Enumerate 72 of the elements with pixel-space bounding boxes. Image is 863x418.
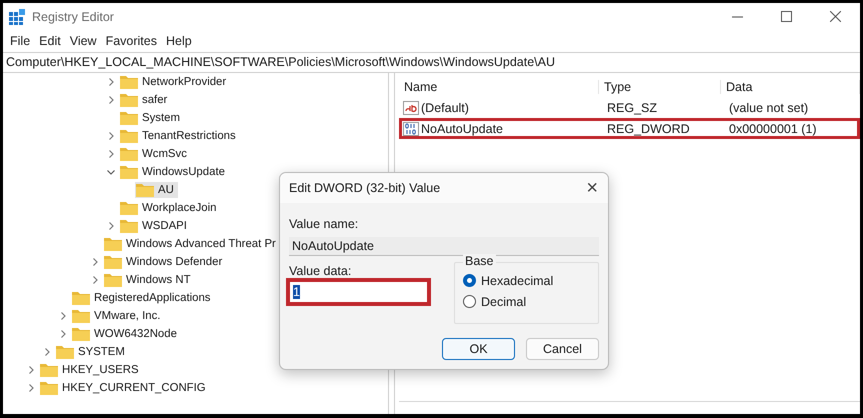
app-icon [9, 8, 25, 24]
folder-icon [120, 93, 138, 107]
tree-item[interactable]: WindowsUpdate [119, 164, 229, 180]
folder-icon [56, 345, 74, 359]
folder-icon [104, 237, 122, 251]
menu-item[interactable]: Edit [35, 34, 66, 48]
tree-item[interactable]: VMware, Inc. [71, 308, 164, 324]
tree-item[interactable]: AU [135, 182, 178, 198]
value-data: (value not set) [728, 100, 810, 114]
folder-icon [120, 147, 138, 161]
tree-item[interactable]: NetworkProvider [119, 74, 230, 90]
maximize-icon[interactable] [781, 11, 792, 22]
folder-icon [40, 363, 58, 377]
tree-item[interactable]: Windows Advanced Threat Pr [103, 236, 280, 252]
highlight-frame[interactable]: NoAutoUpdate REG_DWORD 0x00000001 (1) [399, 118, 860, 139]
column-header[interactable]: Data [721, 80, 860, 94]
tree-item[interactable]: TenantRestrictions [119, 128, 240, 144]
menu-item[interactable]: Favorites [102, 34, 162, 48]
group-label: Base [463, 254, 496, 268]
folder-icon [120, 201, 138, 215]
menu-item[interactable]: Help [162, 34, 197, 48]
tree-item[interactable]: HKEY_USERS [39, 362, 143, 378]
dialog-button[interactable]: Cancel [526, 338, 599, 360]
value-data: 0x00000001 (1) [728, 122, 818, 136]
column-header[interactable]: Type [599, 80, 721, 94]
value-row[interactable]: (Default) REG_SZ (value not set) [399, 97, 860, 118]
folder-icon [120, 111, 138, 125]
window-title: Registry Editor [32, 10, 115, 24]
field-label: Value name: [289, 217, 360, 233]
radio-button[interactable] [463, 295, 476, 308]
tree-item[interactable]: System [119, 110, 184, 126]
tree-item[interactable]: RegisteredApplications [71, 290, 215, 306]
radio-option[interactable]: Hexadecimal [463, 270, 590, 291]
folder-icon [72, 309, 90, 323]
tree-item[interactable]: SYSTEM [55, 344, 129, 360]
tree-item[interactable]: WSDAPI [119, 218, 191, 234]
radio-button[interactable] [463, 274, 476, 287]
folder-icon [40, 381, 58, 395]
value-data-field[interactable]: 1 [289, 281, 428, 303]
tree-item[interactable]: HKEY_CURRENT_CONFIG [39, 380, 210, 396]
menu-item[interactable]: File [6, 34, 36, 48]
folder-icon [120, 129, 138, 143]
field-label: Value data: [289, 264, 352, 280]
dialog-title: Edit DWORD (32-bit) Value [289, 181, 442, 195]
tree-item[interactable]: WorkplaceJoin [119, 200, 220, 216]
tree-item[interactable]: Windows NT [103, 272, 195, 288]
tree-item[interactable]: WcmSvc [119, 146, 191, 162]
folder-icon [136, 183, 154, 197]
folder-icon [120, 219, 138, 233]
value-name: NoAutoUpdate [421, 122, 504, 136]
address-bar[interactable]: Computer\HKEY_LOCAL_MACHINE\SOFTWARE\Policies\Microsoft\Windows\WindowsUpdate\AU [3, 52, 860, 73]
binary-value-icon [403, 122, 419, 136]
value-type: REG_SZ [606, 100, 658, 114]
menu-item[interactable]: View [66, 34, 102, 48]
folder-icon [72, 291, 90, 305]
value-name-field[interactable]: NoAutoUpdate [289, 237, 599, 256]
value-type: REG_DWORD [606, 122, 691, 136]
tree-item[interactable]: WOW6432Node [71, 326, 181, 342]
dialog-button[interactable]: OK [442, 338, 515, 360]
folder-icon [104, 255, 122, 269]
column-header[interactable]: Name [399, 80, 599, 94]
radio-option[interactable]: Decimal [463, 291, 590, 312]
text-value-icon [403, 100, 419, 114]
tree-item[interactable]: Windows Defender [103, 254, 226, 270]
folder-icon [104, 273, 122, 287]
folder-icon [72, 327, 90, 341]
close-icon[interactable] [830, 11, 841, 22]
close-button[interactable]: × [576, 178, 608, 198]
folder-icon [120, 75, 138, 89]
value-name: (Default) [421, 100, 469, 114]
folder-icon [120, 165, 138, 179]
tree-item[interactable]: safer [119, 92, 172, 108]
